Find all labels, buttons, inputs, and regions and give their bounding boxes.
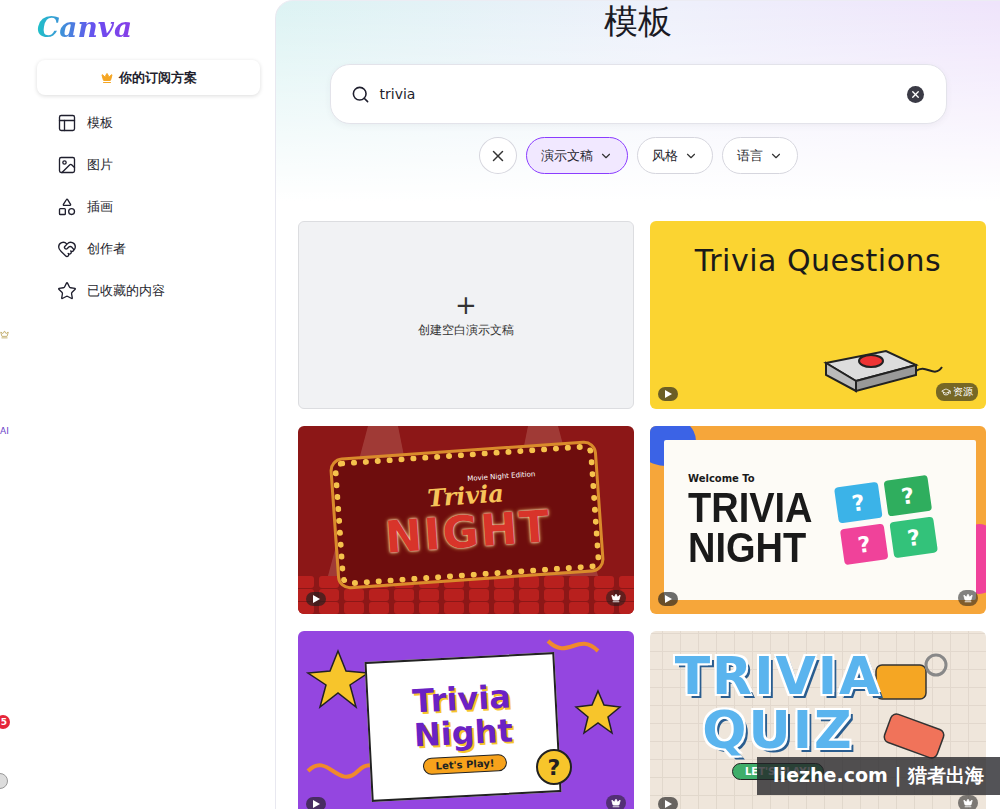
watermark: liezhe.com | 猎者出海	[757, 757, 1000, 795]
template-card[interactable]: Trivia Questions 资源	[650, 221, 986, 409]
thumbnail-title: TRIVIA	[675, 649, 882, 703]
crown-icon	[958, 590, 978, 606]
welcome-panel: Welcome To TRIVIANIGHT????	[664, 440, 976, 600]
avatar-icon[interactable]	[0, 773, 8, 789]
play-icon	[306, 797, 326, 809]
crown-icon	[958, 795, 978, 809]
graduation-cap-icon	[941, 387, 951, 397]
thumbnail-eyebrow: Welcome To	[688, 473, 813, 484]
buzzer-icon	[816, 333, 946, 397]
sidebar-item[interactable]: 图片	[37, 144, 260, 186]
thumbnail-title: Trivia Questions	[650, 243, 986, 278]
crown-icon	[606, 795, 626, 809]
sidebar-item[interactable]: 创作者	[37, 228, 260, 270]
clear-search-button[interactable]	[907, 86, 924, 103]
notification-badge: 5	[0, 715, 10, 729]
speech-panel: TriviaNightLet's Play!	[364, 652, 561, 802]
play-icon	[658, 387, 678, 401]
template-icon	[57, 113, 77, 133]
template-card[interactable]: Welcome To TRIVIANIGHT????	[650, 426, 986, 614]
template-grid: + 创建空白演示文稿 Trivia Questions 资源 Movie Night E…	[276, 221, 1000, 809]
play-icon	[658, 797, 678, 809]
crown-icon	[606, 590, 626, 606]
close-icon	[489, 147, 507, 165]
search-bar[interactable]: trivia	[330, 64, 947, 124]
subscription-button[interactable]: 你的订阅方案	[37, 60, 260, 95]
thumbnail-title: NIGHT	[384, 503, 553, 560]
filter-chip[interactable]: 风格	[637, 137, 713, 174]
filter-chip[interactable]: 演示文稿	[526, 137, 628, 174]
shapes-icon	[57, 197, 77, 217]
template-card[interactable]: Movie Night EditionTriviaNIGHT	[298, 426, 634, 614]
sidebar-item[interactable]: 模板	[37, 102, 260, 144]
sidebar: Canva 你的订阅方案模板图片插画创作者已收藏的内容	[10, 0, 275, 809]
crown-icon	[0, 330, 9, 339]
chevron-down-icon	[769, 149, 783, 163]
question-bubbles: ????	[834, 475, 938, 565]
search-icon	[351, 85, 370, 104]
canva-logo[interactable]: Canva	[37, 12, 136, 44]
filter-row: 演示文稿风格语言	[479, 137, 798, 174]
chevron-down-icon	[599, 149, 613, 163]
thumbnail-pill: Let's Play!	[422, 753, 507, 774]
rail-ai-label[interactable]: AI	[0, 425, 9, 437]
creator-icon	[57, 239, 77, 259]
plus-icon: +	[455, 292, 477, 318]
filter-chip[interactable]: 语言	[722, 137, 798, 174]
create-blank-label: 创建空白演示文稿	[418, 322, 514, 339]
sidebar-item[interactable]: 插画	[37, 186, 260, 228]
star-icon	[57, 281, 77, 301]
bulb-icon: ?	[536, 749, 572, 785]
chevron-down-icon	[684, 149, 698, 163]
crown-icon	[101, 72, 113, 84]
thumbnail-title: TRIVIA	[688, 486, 813, 530]
template-main: 模板 trivia 演示文稿风格语言 + 创建空白演示文稿 Trivia Question…	[275, 0, 1000, 809]
image-icon	[57, 155, 77, 175]
thumbnail-title: NIGHT	[688, 526, 813, 570]
search-input[interactable]: trivia	[380, 86, 897, 102]
question-bubble: ?	[883, 475, 932, 517]
collapsed-rail: AI 5	[0, 0, 10, 809]
thumbnail-title: QUIZ	[702, 703, 853, 757]
question-bubble: ?	[834, 482, 883, 524]
play-icon	[658, 592, 678, 606]
page-title: 模板	[604, 1, 672, 41]
canva-page: AI5Canva你的订阅方案模板图片插画创作者已收藏的内容模板trivia演示文…	[0, 0, 1000, 809]
create-blank-card[interactable]: + 创建空白演示文稿	[298, 221, 634, 409]
question-bubble: ?	[889, 516, 938, 558]
clear-filters-button[interactable]	[479, 137, 517, 174]
template-card[interactable]: TriviaNightLet's Play!?	[298, 631, 634, 809]
sidebar-item[interactable]: 已收藏的内容	[37, 270, 260, 312]
play-icon	[306, 592, 326, 606]
question-bubble: ?	[839, 523, 888, 565]
resource-badge: 资源	[936, 383, 978, 401]
thumbnail-title: Trivia	[411, 679, 511, 718]
marquee-sign: Movie Night EditionTriviaNIGHT	[332, 443, 602, 587]
sidebar-list: 模板图片插画创作者已收藏的内容	[37, 102, 260, 312]
thumbnail-title: Night	[413, 713, 513, 752]
close-icon	[910, 89, 921, 100]
